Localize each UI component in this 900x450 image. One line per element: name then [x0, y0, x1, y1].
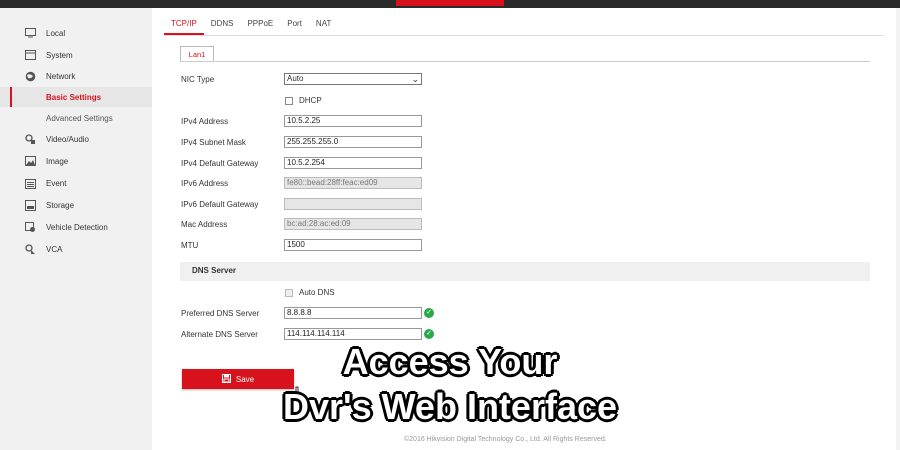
ipv6-gateway-label: IPv6 Default Gateway — [181, 200, 259, 209]
ipv4-gateway-field[interactable]: 10.5.2.254 — [284, 157, 422, 169]
nic-type-select[interactable]: Auto ⌄ — [284, 73, 422, 85]
sidebar-item-label: Network — [46, 71, 76, 81]
dhcp-label: DHCP — [299, 96, 322, 105]
auto-dns-checkbox[interactable] — [285, 289, 293, 297]
sidebar-item-system[interactable]: System — [0, 45, 152, 65]
dns-section-header: DNS Server — [180, 262, 870, 281]
ipv4-gateway-label: IPv4 Default Gateway — [181, 159, 259, 168]
tab-nat[interactable]: NAT — [309, 17, 338, 35]
dhcp-checkbox[interactable] — [285, 97, 293, 105]
mtu-label: MTU — [181, 241, 199, 250]
caption-overlay: Access Your Dvr's Web Interface — [0, 339, 900, 429]
monitor-icon — [24, 27, 36, 39]
mac-address-label: Mac Address — [181, 220, 228, 229]
sidebar-item-label: Event — [46, 178, 67, 188]
ipv4-mask-field[interactable]: 255.255.255.0 — [284, 136, 422, 148]
sidebar-item-label: Storage — [46, 200, 75, 210]
preferred-dns-field[interactable]: 8.8.8.8 — [284, 307, 422, 319]
ipv6-address-label: IPv6 Address — [181, 179, 229, 188]
sidebar-item-label: Advanced Settings — [46, 113, 113, 123]
sidebar-item-label: VCA — [46, 244, 63, 254]
vehicle-detection-icon — [24, 221, 36, 233]
tab-pppoe[interactable]: PPPoE — [240, 17, 280, 35]
preferred-dns-label: Preferred DNS Server — [181, 309, 260, 318]
sidebar-item-event[interactable]: Event — [0, 173, 152, 193]
nic-type-value: Auto — [287, 74, 304, 83]
chevron-down-icon: ⌄ — [411, 74, 419, 84]
sidebar-item-label: Vehicle Detection — [46, 222, 108, 232]
sidebar-item-network[interactable]: Network — [0, 66, 152, 86]
ipv6-address-field: fe80::bead:28ff:feac:ed09 — [284, 177, 422, 189]
tab-ddns[interactable]: DDNS — [204, 17, 241, 35]
video-audio-icon — [24, 133, 36, 145]
tab-port[interactable]: Port — [280, 17, 309, 35]
sidebar-item-label: Local — [46, 28, 66, 38]
ipv4-mask-label: IPv4 Subnet Mask — [181, 138, 246, 147]
system-icon — [24, 49, 36, 61]
ipv4-address-label: IPv4 Address — [181, 117, 229, 126]
top-bar — [0, 0, 900, 8]
check-icon: ✓ — [424, 329, 434, 339]
ipv4-address-field[interactable]: 10.5.2.25 — [284, 115, 422, 127]
sidebar-item-video-audio[interactable]: Video/Audio — [0, 129, 152, 149]
tab-tcp-ip[interactable]: TCP/IP — [164, 17, 204, 35]
caption-line-1: Access Your — [342, 341, 558, 382]
sidebar-item-local[interactable]: Local — [0, 23, 152, 43]
caption-line-2: Dvr's Web Interface — [282, 386, 618, 427]
nic-type-label: NIC Type — [181, 75, 215, 84]
vca-icon — [24, 243, 36, 255]
copyright-footer: ©2016 Hikvision Digital Technology Co., … — [404, 436, 607, 443]
sidebar-item-vca[interactable]: VCA — [0, 239, 152, 259]
event-icon — [24, 177, 36, 189]
sidebar-item-advanced-settings[interactable]: Advanced Settings — [0, 108, 152, 128]
sidebar-item-label: System — [46, 50, 73, 60]
ipv6-gateway-field — [284, 198, 422, 210]
sidebar-item-storage[interactable]: Storage — [0, 195, 152, 215]
sidebar-item-label: Image — [46, 156, 69, 166]
tab-bar: TCP/IP DDNS PPPoE Port NAT — [164, 17, 338, 35]
dns-section-title: DNS Server — [192, 266, 237, 275]
storage-icon — [24, 199, 36, 211]
image-icon — [24, 155, 36, 167]
sidebar-item-vehicle-detection[interactable]: Vehicle Detection — [0, 217, 152, 237]
check-icon: ✓ — [424, 308, 434, 318]
sidebar-item-image[interactable]: Image — [0, 151, 152, 171]
active-indicator — [10, 87, 12, 107]
top-accent-bar — [396, 0, 504, 6]
globe-icon — [24, 70, 36, 82]
subtab-divider — [180, 61, 870, 62]
auto-dns-label: Auto DNS — [299, 288, 335, 297]
mac-address-field: bc:ad:28:ac:ed:09 — [284, 218, 422, 230]
mtu-field[interactable]: 1500 — [284, 239, 422, 251]
sidebar-item-basic-settings[interactable]: Basic Settings — [0, 87, 152, 107]
alternate-dns-label: Alternate DNS Server — [181, 330, 258, 339]
sidebar-item-label: Video/Audio — [46, 134, 89, 144]
tab-divider — [164, 35, 884, 36]
subtab-lan1[interactable]: Lan1 — [180, 46, 214, 62]
sidebar-item-label: Basic Settings — [46, 92, 102, 102]
